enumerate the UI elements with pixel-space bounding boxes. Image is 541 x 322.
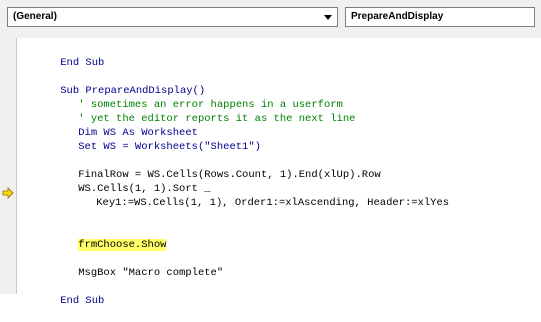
code-line: FinalRow = WS.Cells(Rows.Count, 1).End(x… xyxy=(53,154,380,181)
code-line-text: Key1:=WS.Cells(1, 1), Order1:=xlAscendin… xyxy=(96,197,450,209)
code-line: ' sometimes an error happens in a userfo… xyxy=(53,84,343,111)
code-line-current: frmChoose.Show xyxy=(53,224,167,251)
arrow-right-icon xyxy=(2,186,14,199)
object-dropdown-value: (General) xyxy=(13,11,57,22)
object-dropdown[interactable]: (General) xyxy=(7,7,338,27)
code-line: Set WS = Worksheets("Sheet1") xyxy=(53,126,261,153)
code-line: Sub PrepareAndDisplay() xyxy=(35,70,205,97)
code-line-text: MsgBox "Macro complete" xyxy=(78,267,224,279)
code-line-text: End Sub xyxy=(60,57,105,69)
code-line: MsgBox "Macro complete" xyxy=(53,252,223,279)
code-line: ' yet the editor reports it as the next … xyxy=(53,98,355,125)
code-line: WS.Cells(1, 1).Sort _ xyxy=(53,168,210,195)
code-line: End Sub xyxy=(35,42,104,69)
code-editor[interactable]: End Sub Sub PrepareAndDisplay() ' someti… xyxy=(17,38,541,307)
code-line-text: Set WS = Worksheets("Sheet1") xyxy=(78,141,261,153)
chevron-down-icon[interactable] xyxy=(322,11,334,23)
code-line: End Sub xyxy=(35,280,104,307)
code-window-toolbar: (General) PrepareAndDisplay xyxy=(0,0,541,38)
procedure-dropdown-value: PrepareAndDisplay xyxy=(351,11,444,22)
code-line: Key1:=WS.Cells(1, 1), Order1:=xlAscendin… xyxy=(71,182,449,209)
procedure-dropdown[interactable]: PrepareAndDisplay xyxy=(345,7,535,27)
margin-indicator-bar[interactable] xyxy=(0,38,17,294)
code-line-text: End Sub xyxy=(60,295,105,307)
code-line: Dim WS As Worksheet xyxy=(53,112,198,139)
highlighted-statement: frmChoose.Show xyxy=(78,239,167,251)
